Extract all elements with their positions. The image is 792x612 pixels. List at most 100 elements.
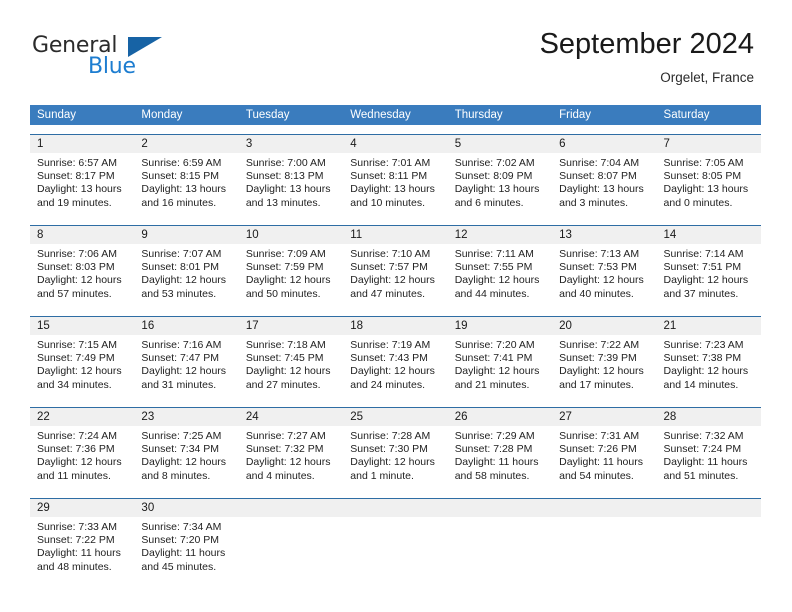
daylight-text-line1: Daylight: 11 hours xyxy=(454,456,539,469)
daylight-text-line1: Daylight: 12 hours xyxy=(559,274,644,287)
daylight-text-line2: and 21 minutes. xyxy=(454,378,530,391)
day-cell[interactable]: 9 Sunrise: 7:07 AM Sunset: 8:01 PM Dayli… xyxy=(134,226,239,307)
week-row: 15 Sunrise: 7:15 AM Sunset: 7:49 PM Dayl… xyxy=(30,316,761,398)
daylight-text-line2: and 11 minutes. xyxy=(37,469,111,482)
day-cell[interactable]: 16 Sunrise: 7:16 AM Sunset: 7:47 PM Dayl… xyxy=(134,317,239,398)
sunrise-text: Sunrise: 7:31 AM xyxy=(559,430,640,442)
daylight-text-line2: and 34 minutes. xyxy=(37,378,112,391)
daylight-text-line1: Daylight: 12 hours xyxy=(141,365,227,378)
day-info: Sunrise: 7:14 AM Sunset: 7:51 PM Dayligh… xyxy=(657,244,761,301)
day-cell[interactable]: 28 Sunrise: 7:32 AM Sunset: 7:24 PM Dayl… xyxy=(656,408,761,489)
day-info: Sunrise: 6:57 AM Sunset: 8:17 PM Dayligh… xyxy=(30,153,134,210)
day-info: Sunrise: 7:00 AM Sunset: 8:13 PM Dayligh… xyxy=(239,153,343,210)
daylight-text-line1: Daylight: 12 hours xyxy=(245,365,331,378)
sunrise-text: Sunrise: 7:01 AM xyxy=(350,157,431,169)
day-info: Sunrise: 7:11 AM Sunset: 7:55 PM Dayligh… xyxy=(448,244,552,301)
day-number xyxy=(238,499,344,517)
day-info: Sunrise: 7:28 AM Sunset: 7:30 PM Dayligh… xyxy=(343,426,447,483)
sunset-text: Sunset: 7:39 PM xyxy=(559,352,637,365)
day-cell[interactable]: 25 Sunrise: 7:28 AM Sunset: 7:30 PM Dayl… xyxy=(343,408,448,489)
day-number: 9 xyxy=(134,226,239,244)
day-cell[interactable]: 1 Sunrise: 6:57 AM Sunset: 8:17 PM Dayli… xyxy=(30,135,135,216)
daylight-text-line1: Daylight: 11 hours xyxy=(37,547,121,560)
sunrise-text: Sunrise: 6:59 AM xyxy=(141,157,222,169)
week-row: 8 Sunrise: 7:06 AM Sunset: 8:03 PM Dayli… xyxy=(30,225,761,307)
day-number: 21 xyxy=(656,317,761,335)
daylight-text-line2: and 4 minutes. xyxy=(245,469,315,482)
day-cell[interactable]: 26 Sunrise: 7:29 AM Sunset: 7:28 PM Dayl… xyxy=(447,408,553,489)
day-number xyxy=(343,499,448,517)
day-cell[interactable]: 19 Sunrise: 7:20 AM Sunset: 7:41 PM Dayl… xyxy=(447,317,553,398)
daylight-text-line1: Daylight: 13 hours xyxy=(350,183,435,196)
day-cell[interactable]: 8 Sunrise: 7:06 AM Sunset: 8:03 PM Dayli… xyxy=(30,226,135,307)
day-cell[interactable]: 30 Sunrise: 7:34 AM Sunset: 7:20 PM Dayl… xyxy=(134,499,239,580)
day-info: Sunrise: 7:20 AM Sunset: 7:41 PM Dayligh… xyxy=(448,335,552,392)
weekday-saturday: Saturday xyxy=(663,109,710,121)
sunset-text: Sunset: 7:55 PM xyxy=(454,261,533,274)
day-info: Sunrise: 7:06 AM Sunset: 8:03 PM Dayligh… xyxy=(30,244,134,301)
day-number: 14 xyxy=(656,226,761,244)
sunset-text: Sunset: 7:43 PM xyxy=(350,352,428,365)
day-cell[interactable]: 6 Sunrise: 7:04 AM Sunset: 8:07 PM Dayli… xyxy=(552,135,657,216)
sunrise-text: Sunrise: 7:06 AM xyxy=(37,248,117,260)
day-cell[interactable]: 4 Sunrise: 7:01 AM Sunset: 8:11 PM Dayli… xyxy=(343,135,448,216)
day-cell[interactable]: 27 Sunrise: 7:31 AM Sunset: 7:26 PM Dayl… xyxy=(552,408,657,489)
day-cell[interactable]: 23 Sunrise: 7:25 AM Sunset: 7:34 PM Dayl… xyxy=(134,408,239,489)
title-block: September 2024 Orgelet, France xyxy=(540,27,754,88)
day-cell[interactable]: 24 Sunrise: 7:27 AM Sunset: 7:32 PM Dayl… xyxy=(238,408,344,489)
daylight-text-line1: Daylight: 12 hours xyxy=(559,365,644,378)
day-number: 7 xyxy=(656,135,761,153)
sunrise-text: Sunrise: 7:22 AM xyxy=(559,339,640,351)
day-cell[interactable]: 22 Sunrise: 7:24 AM Sunset: 7:36 PM Dayl… xyxy=(30,408,135,489)
daylight-text-line2: and 19 minutes. xyxy=(37,196,112,209)
day-number xyxy=(447,499,553,517)
day-cell[interactable]: 2 Sunrise: 6:59 AM Sunset: 8:15 PM Dayli… xyxy=(134,135,239,216)
day-cell[interactable]: 21 Sunrise: 7:23 AM Sunset: 7:38 PM Dayl… xyxy=(656,317,761,398)
sunrise-text: Sunrise: 7:15 AM xyxy=(37,339,117,351)
day-number: 1 xyxy=(30,135,135,153)
calendar-table: Sunday Monday Tuesday Wednesday Thursday… xyxy=(30,105,761,580)
day-info: Sunrise: 7:05 AM Sunset: 8:05 PM Dayligh… xyxy=(657,153,761,210)
daylight-text-line1: Daylight: 11 hours xyxy=(141,547,226,560)
day-cell[interactable]: 10 Sunrise: 7:09 AM Sunset: 7:59 PM Dayl… xyxy=(238,226,344,307)
daylight-text-line2: and 3 minutes. xyxy=(559,196,628,209)
day-cell[interactable]: 11 Sunrise: 7:10 AM Sunset: 7:57 PM Dayl… xyxy=(343,226,448,307)
day-info: Sunrise: 7:27 AM Sunset: 7:32 PM Dayligh… xyxy=(239,426,343,483)
daylight-text-line2: and 6 minutes. xyxy=(454,196,524,209)
day-cell[interactable]: 12 Sunrise: 7:11 AM Sunset: 7:55 PM Dayl… xyxy=(447,226,553,307)
sunrise-text: Sunrise: 7:02 AM xyxy=(454,157,535,169)
daylight-text-line2: and 47 minutes. xyxy=(350,287,425,300)
day-cell[interactable]: 13 Sunrise: 7:13 AM Sunset: 7:53 PM Dayl… xyxy=(552,226,657,307)
day-cell[interactable]: 5 Sunrise: 7:02 AM Sunset: 8:09 PM Dayli… xyxy=(447,135,553,216)
day-cell[interactable]: 29 Sunrise: 7:33 AM Sunset: 7:22 PM Dayl… xyxy=(30,499,135,580)
sunrise-text: Sunrise: 7:24 AM xyxy=(37,430,117,442)
day-cell-empty xyxy=(656,499,761,580)
sunrise-text: Sunrise: 7:20 AM xyxy=(454,339,535,351)
day-info: Sunrise: 7:07 AM Sunset: 8:01 PM Dayligh… xyxy=(134,244,238,301)
daylight-text-line1: Daylight: 12 hours xyxy=(454,274,540,287)
sunrise-text: Sunrise: 7:29 AM xyxy=(454,430,535,442)
day-number: 20 xyxy=(552,317,657,335)
day-cell[interactable]: 18 Sunrise: 7:19 AM Sunset: 7:43 PM Dayl… xyxy=(343,317,448,398)
day-number: 2 xyxy=(134,135,239,153)
daylight-text-line2: and 53 minutes. xyxy=(141,287,217,300)
day-cell[interactable]: 3 Sunrise: 7:00 AM Sunset: 8:13 PM Dayli… xyxy=(238,135,344,216)
day-cell[interactable]: 7 Sunrise: 7:05 AM Sunset: 8:05 PM Dayli… xyxy=(656,135,761,216)
day-number: 16 xyxy=(134,317,239,335)
logo-text-blue: Blue xyxy=(88,54,136,79)
day-number: 19 xyxy=(447,317,553,335)
sunset-text: Sunset: 8:17 PM xyxy=(37,170,115,183)
sunrise-text: Sunrise: 7:16 AM xyxy=(141,339,222,351)
daylight-text-line1: Daylight: 13 hours xyxy=(37,183,122,196)
sunset-text: Sunset: 7:47 PM xyxy=(141,352,220,365)
daylight-text-line1: Daylight: 13 hours xyxy=(245,183,331,196)
day-number: 5 xyxy=(447,135,553,153)
day-number: 24 xyxy=(238,408,344,426)
day-cell[interactable]: 17 Sunrise: 7:18 AM Sunset: 7:45 PM Dayl… xyxy=(238,317,344,398)
general-blue-logo[interactable]: General Blue xyxy=(32,33,212,85)
day-cell[interactable]: 20 Sunrise: 7:22 AM Sunset: 7:39 PM Dayl… xyxy=(552,317,657,398)
day-cell[interactable]: 15 Sunrise: 7:15 AM Sunset: 7:49 PM Dayl… xyxy=(30,317,135,398)
daylight-text-line1: Daylight: 13 hours xyxy=(663,183,749,196)
daylight-text-line2: and 54 minutes. xyxy=(559,469,634,482)
day-cell[interactable]: 14 Sunrise: 7:14 AM Sunset: 7:51 PM Dayl… xyxy=(656,226,761,307)
